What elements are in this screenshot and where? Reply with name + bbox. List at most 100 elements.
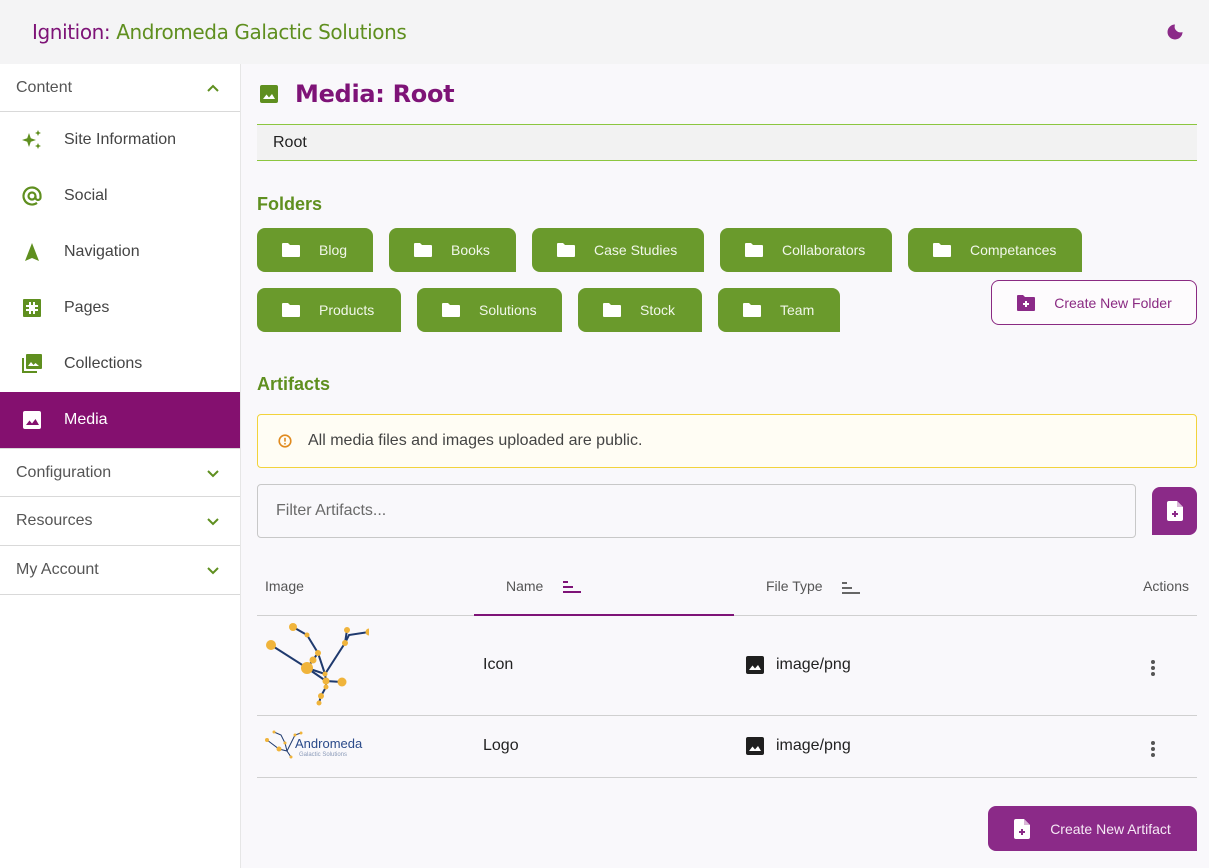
folder-button-solutions[interactable]: Solutions xyxy=(417,288,562,332)
sidebar-section-my-account[interactable]: My Account xyxy=(0,546,240,595)
image-icon xyxy=(260,85,278,103)
table-row[interactable]: Icon image/png xyxy=(257,615,1197,716)
folder-icon xyxy=(933,243,951,257)
chevron-down-icon xyxy=(207,469,219,477)
upload-artifact-button[interactable] xyxy=(1152,487,1197,535)
sidebar-item-pages[interactable]: Pages xyxy=(0,280,240,336)
create-new-folder-button[interactable]: Create New Folder xyxy=(991,280,1197,325)
sidebar-item-collections[interactable]: Collections xyxy=(0,336,240,392)
folder-button-stock[interactable]: Stock xyxy=(578,288,702,332)
create-artifact-label: Create New Artifact xyxy=(1050,820,1171,837)
folders-heading: Folders xyxy=(257,194,323,214)
folder-label: Products xyxy=(319,302,375,318)
table-header-row: Image Name File Type Actions xyxy=(257,558,1197,616)
sidebar-item-label: Pages xyxy=(64,299,110,316)
artifact-file-type: image/png xyxy=(734,715,1077,778)
folder-button-books[interactable]: Books xyxy=(389,228,516,272)
breadcrumb-item-root[interactable]: Root xyxy=(273,134,307,152)
logo-text-sub: Galactic Solutions xyxy=(299,752,347,758)
chevron-down-icon xyxy=(207,567,219,575)
column-header-actions: Actions xyxy=(1077,558,1197,616)
folder-button-blog[interactable]: Blog xyxy=(257,228,373,272)
sidebar-section-configuration[interactable]: Configuration xyxy=(0,448,240,497)
andromeda-constellation-image xyxy=(266,622,373,705)
folder-label: Stock xyxy=(640,302,676,318)
file-add-icon xyxy=(1166,501,1183,521)
theme-toggle-button[interactable] xyxy=(1163,20,1187,44)
folder-button-collaborators[interactable]: Collaborators xyxy=(720,228,892,272)
folder-label: Team xyxy=(780,302,815,318)
image-icon xyxy=(20,408,44,432)
sidebar-item-site-information[interactable]: Site Information xyxy=(0,112,240,168)
sidebar-item-label: Site Information xyxy=(64,131,177,148)
sidebar-item-media[interactable]: Media xyxy=(0,392,240,448)
sidebar-item-label: Media xyxy=(64,411,108,428)
filter-artifacts-input[interactable] xyxy=(257,484,1136,538)
breadcrumb: Root xyxy=(257,124,1197,161)
table-row[interactable]: Andromeda Galactic Solutions Logo image/… xyxy=(257,715,1197,778)
folder-icon xyxy=(743,303,761,317)
more-actions-icon[interactable] xyxy=(1147,737,1159,761)
folder-icon xyxy=(282,243,300,257)
column-header-image: Image xyxy=(257,558,474,616)
row-actions-cell xyxy=(1077,715,1197,778)
sidebar-section-label: Content xyxy=(16,78,73,96)
folder-icon xyxy=(282,303,300,317)
artifact-name: Logo xyxy=(474,715,734,778)
column-header-name[interactable]: Name xyxy=(474,558,734,616)
create-new-artifact-button[interactable]: Create New Artifact xyxy=(988,806,1197,851)
app-header: Ignition: Andromeda Galactic Solutions xyxy=(0,0,1209,64)
artifact-thumbnail: Andromeda Galactic Solutions xyxy=(257,715,474,778)
sidebar-item-label: Collections xyxy=(64,355,143,372)
andromeda-logo-image: Andromeda Galactic Solutions xyxy=(265,730,363,758)
app-title: Ignition: Andromeda Galactic Solutions xyxy=(32,20,407,44)
info-alert-icon xyxy=(278,434,292,448)
artifacts-heading: Artifacts xyxy=(257,374,331,394)
sidebar-item-social[interactable]: Social xyxy=(0,168,240,224)
folder-label: Competances xyxy=(970,242,1057,258)
image-file-icon xyxy=(746,737,764,755)
folders-grid: Blog Books Case Studies Collaborators Co… xyxy=(257,214,1197,374)
filter-row xyxy=(257,484,1197,538)
folder-button-products[interactable]: Products xyxy=(257,288,401,332)
app-title-name: Andromeda Galactic Solutions xyxy=(116,20,407,44)
photo-library-icon xyxy=(20,352,44,376)
folder-icon xyxy=(745,243,763,257)
app-title-prefix: Ignition: xyxy=(32,20,117,44)
folder-label: Blog xyxy=(319,242,348,258)
public-media-notice: All media files and images uploaded are … xyxy=(257,414,1197,468)
folder-icon xyxy=(557,243,575,257)
create-folder-icon xyxy=(1017,294,1036,311)
folder-label: Books xyxy=(451,242,490,258)
notice-text: All media files and images uploaded are … xyxy=(308,432,643,449)
artifacts-table: Image Name File Type Actions Icon image/… xyxy=(257,558,1197,778)
page-title-row: Media: Root xyxy=(257,64,1197,124)
folder-button-competances[interactable]: Competances xyxy=(908,228,1082,272)
sidebar-section-content[interactable]: Content xyxy=(0,64,240,112)
folder-label: Collaborators xyxy=(782,242,866,258)
sort-icon xyxy=(842,581,861,594)
at-sign-icon xyxy=(20,184,44,208)
sidebar-section-label: Resources xyxy=(16,512,93,529)
logo-text-main: Andromeda xyxy=(295,736,363,751)
sort-icon xyxy=(563,581,582,594)
sparkles-icon xyxy=(20,128,44,152)
folder-button-team[interactable]: Team xyxy=(718,288,840,332)
sidebar-item-label: Navigation xyxy=(64,243,140,260)
folder-button-case-studies[interactable]: Case Studies xyxy=(532,228,704,272)
sidebar-section-label: My Account xyxy=(16,561,99,578)
main-content: Media: Root Root Folders Blog Books Case… xyxy=(241,64,1209,868)
artifact-file-type: image/png xyxy=(734,615,1077,716)
chevron-down-icon xyxy=(207,518,219,526)
navigation-arrow-icon xyxy=(20,240,44,264)
column-header-file-type[interactable]: File Type xyxy=(734,558,1077,616)
moon-icon xyxy=(1167,24,1183,40)
sidebar-section-resources[interactable]: Resources xyxy=(0,497,240,546)
sidebar-item-navigation[interactable]: Navigation xyxy=(0,224,240,280)
page-title: Media: Root xyxy=(295,80,455,108)
chevron-up-icon xyxy=(207,84,219,92)
create-folder-label: Create New Folder xyxy=(1054,294,1172,311)
artifact-thumbnail xyxy=(257,615,474,716)
more-actions-icon[interactable] xyxy=(1147,656,1159,680)
folder-icon xyxy=(603,303,621,317)
